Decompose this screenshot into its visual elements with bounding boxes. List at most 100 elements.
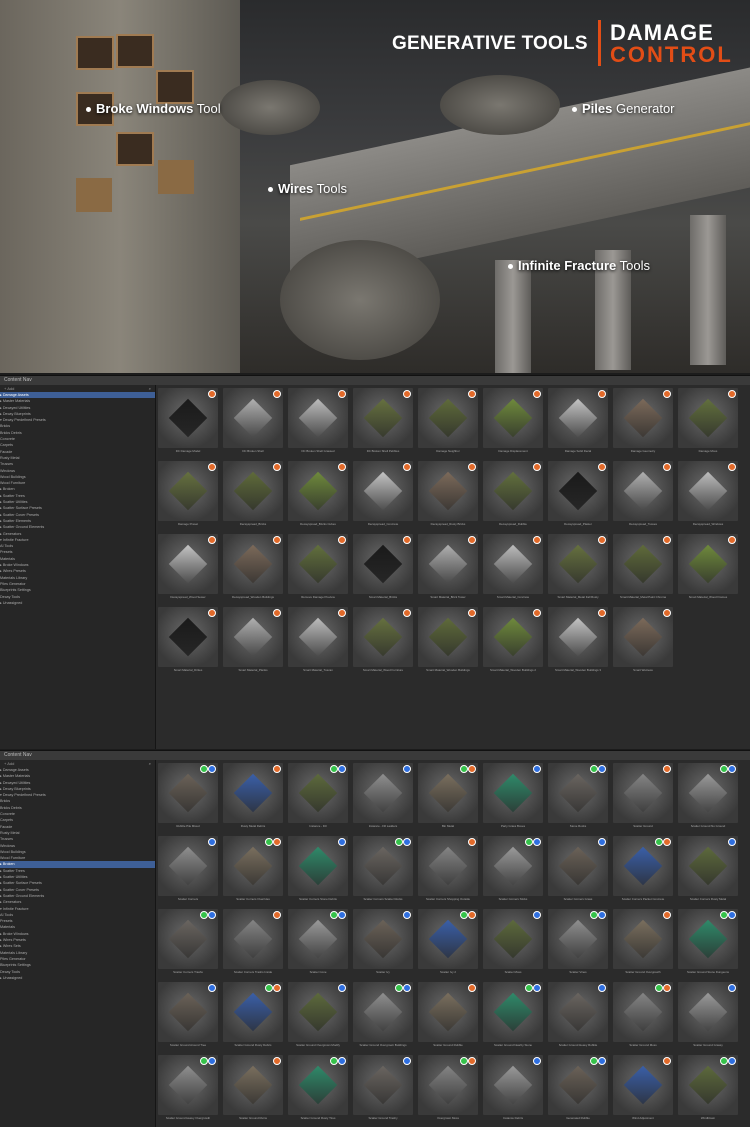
asset-tile[interactable]: DC Broken Shell [223,388,283,458]
asset-type-badge-icon [533,609,541,617]
asset-tile[interactable]: Damage Solid Decal [548,388,608,458]
asset-tile[interactable]: Decayspread_Windows [678,461,738,531]
asset-name: Scatter Ground Overgrowth [625,970,661,974]
asset-tile[interactable]: Scatter Ground [613,763,673,833]
tree-folder-item[interactable]: ▸ Unassigned [0,975,155,981]
asset-tile[interactable]: Smart Material_Wooden Buildings [418,607,478,677]
asset-tile[interactable]: Scatter Ground Ruins [223,1055,283,1125]
asset-tile[interactable]: Scatter Corners Trashs Inside [223,909,283,979]
asset-tile[interactable]: Scatter Ivy 2 [418,909,478,979]
asset-tile[interactable]: Smart Material_Metal Paint Chroma [613,534,673,604]
asset-tile[interactable]: Smart Material_Concrete [483,534,543,604]
asset-tile[interactable]: Smart Material_Wood Frames [678,534,738,604]
asset-tile[interactable]: Scatter Ground Overgrowth [613,909,673,979]
asset-tile[interactable]: Smart Material_Bricks [353,534,413,604]
asset-tile[interactable]: Scatter Cone [288,909,348,979]
asset-tile[interactable]: Smart Material_Tuscan [288,607,348,677]
asset-tile[interactable]: Decayspread_Wood Sewer [158,534,218,604]
asset-tile[interactable]: Scatter Corners Rusty Metal [678,836,738,906]
asset-tile[interactable]: Stone Rocks [548,763,608,833]
asset-tile[interactable]: Scatter Ground No Ground [678,763,738,833]
asset-tile[interactable]: Scatter Corners Trashs [158,909,218,979]
asset-tile[interactable]: Scatter Corners Shopping Outside [418,836,478,906]
asset-tile[interactable]: Smart Material_Wood Furniture [353,607,413,677]
asset-tile[interactable]: Remove Damage Preview [288,534,348,604]
asset-tile[interactable]: Wind Adjustment [613,1055,673,1125]
asset-tile[interactable]: Scatter Ground Overgrown Buildings [353,982,413,1052]
asset-type-badge-icon [338,536,346,544]
asset-tile[interactable]: Rusty Metal Debris [223,763,283,833]
asset-tile[interactable]: Rubble Pile Mixed [158,763,218,833]
asset-tile[interactable]: Scatter Ground Moss [613,982,673,1052]
asset-tile[interactable]: Smart Material_Dirties [158,607,218,677]
asset-tile[interactable]: Scatter Vines [548,909,608,979]
asset-tile[interactable]: Scatter Ground Stone Dungeons [678,909,738,979]
asset-thumbnail [288,836,348,896]
asset-tile[interactable]: Party Grass Boxes [483,763,543,833]
asset-tile[interactable]: Bin Metal [418,763,478,833]
asset-tile[interactable]: Smart Material_Wooden Buildings 2 [483,607,543,677]
asset-tile[interactable]: Instance Debris [483,1055,543,1125]
asset-preview-cube [233,773,273,813]
asset-tile[interactable]: Scatter Ground Nearby Stone [483,982,543,1052]
asset-name: Scatter Ground Overgrown Buildings [359,1043,407,1047]
asset-tile[interactable]: Scatter Corners Sticks [483,836,543,906]
asset-tile[interactable]: Damage Moss [678,388,738,458]
asset-tile[interactable]: Scatter Corners [158,836,218,906]
asset-tile[interactable]: Damage Preset [158,461,218,531]
asset-preview-cube [623,1065,663,1105]
asset-tile[interactable]: Scatter Ground Heavy Overgrowth [158,1055,218,1125]
asset-tile[interactable]: Scatter Corners Overrides [223,836,283,906]
asset-tile[interactable]: Decayspread_Plaster [548,461,608,531]
asset-type-badge-icon [403,838,411,846]
asset-thumbnail [548,1055,608,1115]
tree-folder-item[interactable]: ▸ Unassigned [0,600,155,606]
asset-tile[interactable]: Scatter Ground Overgrown Modify [288,982,348,1052]
asset-preview-cube [233,544,273,584]
asset-tile[interactable]: Instance - Fill [288,763,348,833]
asset-tile[interactable]: Scatter Moss [483,909,543,979]
folder-tree: + Add ⌕ ▸ Damage Assets ▸ Master Material… [0,760,156,1127]
asset-thumbnail [678,836,738,896]
asset-type-badge-icon [330,1057,338,1065]
asset-tile[interactable]: Scatter Corners Stone Debris [288,836,348,906]
asset-tile[interactable]: Decayspread_Wooden Buildings [223,534,283,604]
asset-tile[interactable]: Decayspread_Rubble [483,461,543,531]
asset-tile[interactable]: Scatter Corners Scatter Rocks [353,836,413,906]
asset-tile[interactable]: Smart Material_Brick Tower [418,534,478,604]
asset-tile[interactable]: Decayspread_Bricks [223,461,283,531]
asset-tile[interactable]: Scatter Ground Rubble [418,982,478,1052]
asset-preview-cube [428,992,468,1032]
asset-tile[interactable]: Scatter Ground Heavy Rubble [548,982,608,1052]
asset-tile[interactable]: Scatter Corners Grass [548,836,608,906]
asset-tile[interactable]: Decayspread_Bricks Cubes [288,461,348,531]
asset-tile[interactable]: Smart Wetness [613,607,673,677]
asset-tile[interactable]: Damage Neighbor [418,388,478,458]
asset-tile[interactable]: Scatter Corners Packet Concrete [613,836,673,906]
asset-tile[interactable]: Smart Material_Metal Fall Rusty [548,534,608,604]
asset-tile[interactable]: Scatter Ground Grassy [678,982,738,1052]
asset-tile[interactable]: Decayspread_Rusty Bricks [418,461,478,531]
asset-tile[interactable]: Smart Material_Wooden Buildings 3 [548,607,608,677]
asset-tile[interactable]: Generated Rubble [548,1055,608,1125]
asset-tile[interactable]: Decayspread_Tusses [613,461,673,531]
asset-thumbnail [223,461,283,521]
asset-tile[interactable]: DC Broken Shell Grassed [288,388,348,458]
asset-tile[interactable]: Smart Material_Planks [223,607,283,677]
asset-tile[interactable]: Windblown [678,1055,738,1125]
asset-tile[interactable]: Damage Displacement [483,388,543,458]
asset-tile[interactable]: Scatter Ground Trashy [353,1055,413,1125]
asset-tile[interactable]: Scatter Ground Rusty Tires [288,1055,348,1125]
asset-tile[interactable]: Decayspread_Concrete [353,461,413,531]
asset-tile[interactable]: Damage Geometry [613,388,673,458]
asset-tile[interactable]: DC Broken Shell Pebbles [353,388,413,458]
asset-tile[interactable]: DC Damage Model [158,388,218,458]
asset-tile[interactable]: Scatter Ground Around Tree [158,982,218,1052]
asset-tile[interactable]: Scatter Ground Rusty Debris [223,982,283,1052]
asset-tile[interactable]: Overgrown Moss [418,1055,478,1125]
asset-type-badge-icon [403,765,411,773]
asset-tile[interactable]: Scatter Ivy [353,909,413,979]
asset-name: Scatter Corners Overrides [236,897,270,901]
asset-tile[interactable]: Instance - Fill Ladders [353,763,413,833]
asset-name: Scatter Corners Rusty Metal [689,897,727,901]
